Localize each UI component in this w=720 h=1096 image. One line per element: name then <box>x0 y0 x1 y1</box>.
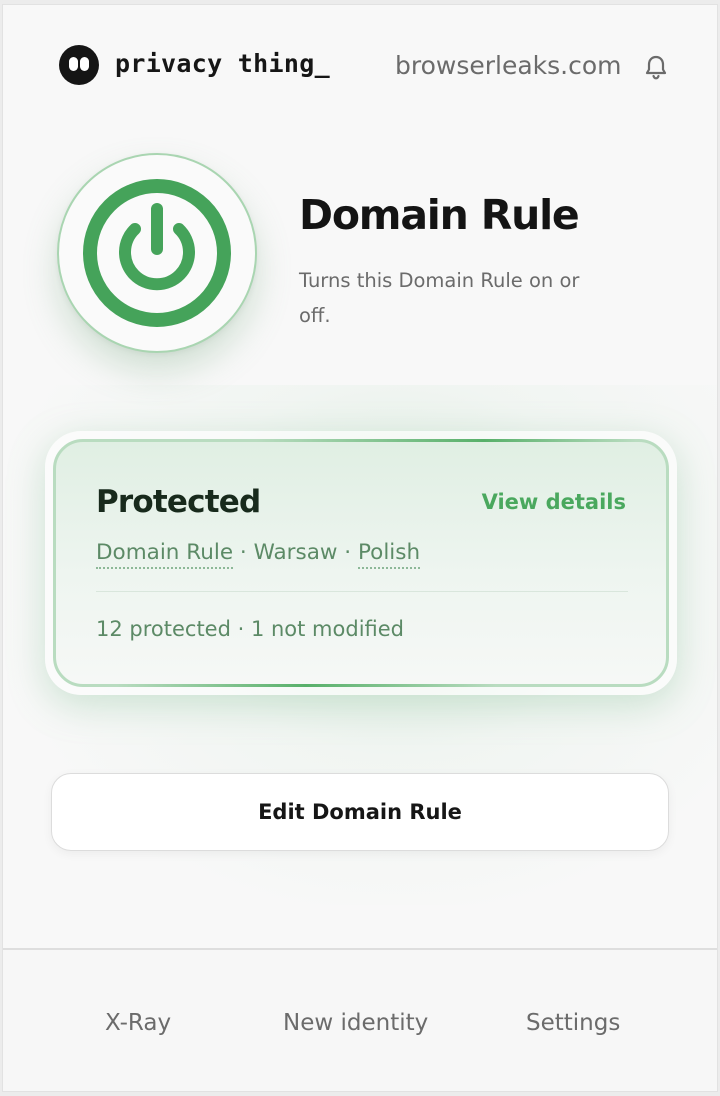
card-divider <box>96 591 628 592</box>
card-top-accent <box>256 439 636 442</box>
status-meta: Domain Rule · Warsaw · Polish <box>96 540 421 569</box>
nav-new-identity[interactable]: New identity <box>283 1010 428 1036</box>
edit-domain-rule-button[interactable]: Edit Domain Rule <box>51 773 669 851</box>
logo-left-eye <box>69 57 78 71</box>
bell-icon[interactable] <box>643 53 669 81</box>
status-title: Protected <box>96 484 261 520</box>
edit-button-label: Edit Domain Rule <box>258 800 462 824</box>
meta-separator: · <box>239 540 247 565</box>
extension-popup: privacy thing_ browserleaks.com Domain R… <box>2 4 718 1092</box>
location-city: Warsaw <box>253 540 338 565</box>
eyes-logo-icon <box>59 45 99 85</box>
nav-settings[interactable]: Settings <box>526 1010 620 1036</box>
status-card: Protected View details Domain Rule · War… <box>53 439 669 687</box>
current-domain: browserleaks.com <box>395 51 622 80</box>
protection-stats: 12 protected · 1 not modified <box>96 617 405 641</box>
power-toggle-button[interactable] <box>57 153 257 353</box>
logo-right-eye <box>80 57 89 71</box>
rule-description: Turns this Domain Rule on or off. <box>299 269 580 327</box>
rule-title: Domain Rule <box>299 191 580 239</box>
brand-name: privacy thing_ <box>115 49 330 78</box>
footer-nav: X-Ray New identity Settings <box>3 950 717 1091</box>
nav-x-ray[interactable]: X-Ray <box>105 1010 171 1036</box>
view-details-link[interactable]: View details <box>482 490 626 514</box>
header: privacy thing_ browserleaks.com <box>3 5 717 125</box>
rule-link[interactable]: Domain Rule <box>96 540 234 569</box>
power-icon <box>83 179 231 327</box>
card-bottom-accent <box>116 684 496 687</box>
meta-separator: · <box>344 540 352 565</box>
language-link[interactable]: Polish <box>357 540 421 569</box>
